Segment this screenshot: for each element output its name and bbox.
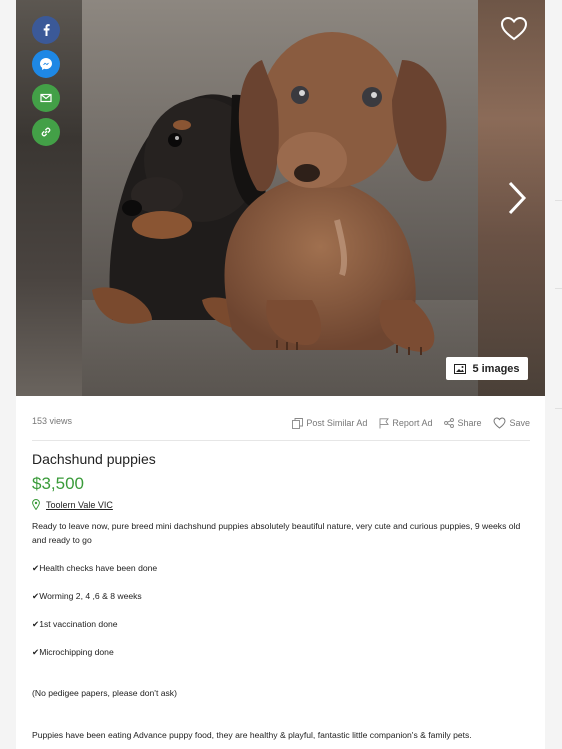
- messenger-share-button[interactable]: [32, 50, 60, 78]
- facebook-icon: [43, 24, 50, 36]
- image-count-badge[interactable]: 5 images: [446, 357, 528, 380]
- description-microchip: ✔Microchipping done: [32, 647, 114, 657]
- main-photo[interactable]: [82, 0, 478, 396]
- report-ad-button[interactable]: Report Ad: [379, 417, 433, 429]
- flag-icon: [379, 417, 390, 428]
- puppies-photo: [82, 0, 478, 396]
- favourite-heart-button[interactable]: [500, 16, 528, 42]
- listing-title: Dachshund puppies: [32, 451, 156, 467]
- share-label: Share: [457, 418, 482, 428]
- listing-meta-bar: 153 views Post Similar Ad Report Ad Shar…: [32, 412, 530, 434]
- facebook-share-button[interactable]: [32, 16, 60, 44]
- share-icon: [444, 418, 455, 428]
- page-edge: [545, 0, 562, 749]
- copy-icon: [292, 417, 304, 429]
- listing-actions: Post Similar Ad Report Ad Share Save: [292, 412, 530, 434]
- save-label: Save: [509, 418, 530, 428]
- description-vaccination: ✔1st vaccination done: [32, 619, 118, 629]
- location-link[interactable]: Toolern Vale VIC: [46, 500, 113, 510]
- heart-outline-icon: [493, 417, 506, 429]
- post-similar-ad-label: Post Similar Ad: [306, 418, 368, 428]
- save-button[interactable]: Save: [493, 417, 530, 429]
- location-pin-icon: [32, 499, 40, 510]
- listing-price: $3,500: [32, 474, 84, 493]
- next-image-button[interactable]: [505, 180, 529, 216]
- divider: [32, 440, 530, 441]
- post-similar-ad-button[interactable]: Post Similar Ad: [292, 417, 368, 429]
- chevron-right-icon: [508, 181, 527, 215]
- image-count-label: 5 images: [472, 362, 520, 375]
- listing-card: 5 images 153 views Post Similar Ad Repor…: [16, 0, 545, 749]
- link-icon: [41, 127, 51, 137]
- view-count: 153 views: [32, 416, 73, 426]
- share-button[interactable]: Share: [444, 418, 481, 428]
- listing-location[interactable]: Toolern Vale VIC: [32, 499, 113, 510]
- image-icon: [454, 363, 467, 374]
- description-health: ✔Health checks have been done: [32, 563, 158, 573]
- description-pedigree: (No pedigee papers, please don't ask): [32, 688, 177, 698]
- description-intro: Ready to leave now, pure breed mini dach…: [32, 521, 521, 545]
- messenger-icon: [40, 58, 52, 70]
- image-gallery[interactable]: 5 images: [16, 0, 545, 396]
- report-ad-label: Report Ad: [392, 418, 433, 428]
- description-worming: ✔Worming 2, 4 ,6 & 8 weeks: [32, 591, 142, 601]
- link-share-button[interactable]: [32, 118, 60, 146]
- heart-icon: [500, 16, 528, 41]
- email-icon: [40, 93, 52, 103]
- email-share-button[interactable]: [32, 84, 60, 112]
- description-food: Puppies have been eating Advance puppy f…: [32, 730, 472, 740]
